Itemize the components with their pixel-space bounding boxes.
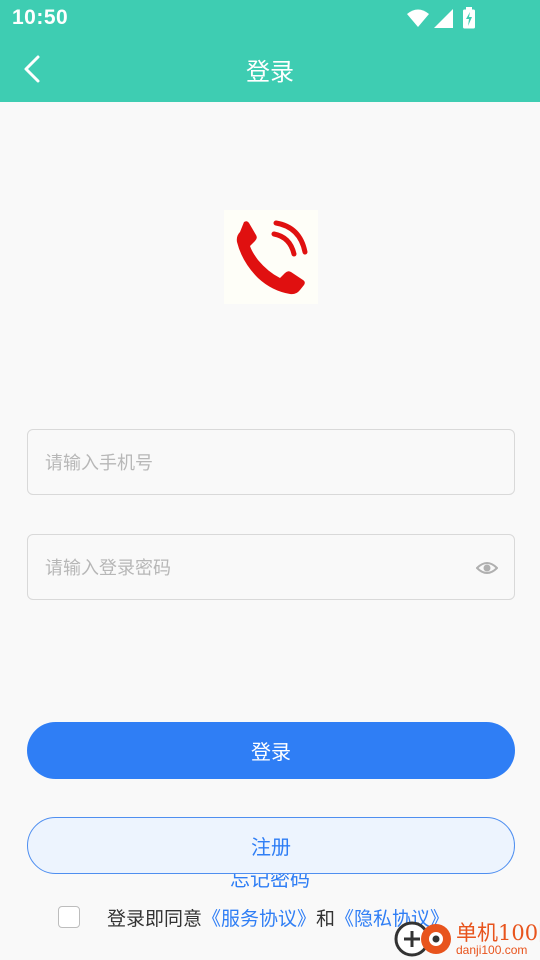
app-header: 10:50 登录	[0, 0, 540, 102]
service-agreement-link[interactable]: 《服务协议》	[202, 908, 316, 930]
agreement-checkbox[interactable]	[58, 906, 80, 928]
signal-icon	[434, 9, 453, 28]
page-title: 登录	[246, 58, 294, 86]
register-button[interactable]: 注册	[27, 817, 515, 874]
status-time: 10:50	[12, 6, 69, 29]
eye-icon[interactable]	[476, 557, 498, 579]
nav-bar: 登录	[0, 36, 540, 102]
watermark-url: danji100.com	[456, 943, 528, 957]
watermark-badge-icon	[394, 921, 451, 957]
battery-charging-icon	[463, 7, 475, 29]
status-bar: 10:50	[0, 0, 540, 36]
password-field	[27, 534, 515, 601]
wifi-icon	[407, 9, 429, 27]
watermark: 单机100网 danji100.com	[390, 915, 540, 960]
app-logo	[224, 210, 318, 304]
phone-input[interactable]	[43, 430, 467, 496]
phone-call-icon	[236, 220, 308, 295]
phone-field	[27, 429, 515, 496]
agreement-and: 和	[316, 908, 336, 930]
password-input[interactable]	[43, 535, 467, 601]
agreement-prefix: 登录即同意	[107, 908, 203, 930]
login-button[interactable]: 登录	[27, 722, 515, 779]
